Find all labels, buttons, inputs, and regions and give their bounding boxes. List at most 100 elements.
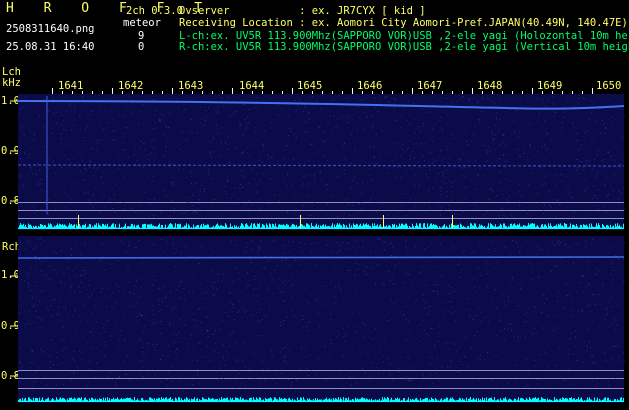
noise-speck (582, 157, 584, 159)
noise-speck (375, 164, 377, 166)
noise-speck (170, 163, 172, 165)
noise-speck (545, 298, 547, 300)
rch-level-bar (19, 399, 20, 402)
rch-level-bar (490, 398, 491, 402)
noise-speck (255, 320, 257, 322)
noise-speck (40, 382, 42, 383)
rch-level-bar (79, 397, 80, 402)
noise-speck (142, 104, 143, 106)
rch-level-bar (573, 398, 574, 402)
noise-speck (446, 342, 448, 344)
lch-level-bar (552, 227, 553, 229)
noise-speck (461, 129, 463, 131)
noise-speck (263, 130, 265, 132)
noise-speck (106, 164, 108, 166)
noise-speck (612, 279, 614, 281)
lch-level-bar (331, 225, 332, 229)
noise-speck (130, 292, 132, 294)
noise-speck (71, 159, 73, 160)
noise-speck (289, 251, 291, 252)
noise-speck (46, 332, 48, 334)
noise-speck (41, 275, 43, 277)
noise-speck (517, 152, 519, 154)
noise-speck (408, 297, 410, 299)
noise-speck (213, 199, 215, 200)
noise-speck (540, 360, 542, 362)
lch-level-bar (524, 225, 525, 229)
noise-speck (113, 202, 115, 204)
rch-level-bar (455, 400, 456, 402)
noise-speck (481, 144, 483, 146)
noise-speck (363, 97, 365, 99)
noise-speck (173, 177, 175, 179)
noise-speck (66, 110, 68, 112)
noise-speck (531, 180, 532, 181)
noise-speck (288, 378, 289, 380)
lch-level-bar (155, 226, 156, 229)
noise-speck (471, 252, 473, 254)
noise-speck (479, 268, 481, 270)
noise-speck (367, 181, 369, 183)
noise-speck (581, 309, 583, 311)
lch-level-bar (194, 227, 195, 229)
lch-level-bar (570, 223, 571, 229)
noise-speck (256, 97, 258, 98)
lch-level-bar (423, 223, 424, 229)
noise-speck (25, 323, 27, 325)
noise-speck (292, 326, 294, 328)
noise-speck (287, 361, 289, 363)
noise-speck (154, 321, 156, 323)
lch-level-bar (462, 226, 463, 229)
rch-level-bar (312, 400, 313, 402)
noise-speck (199, 263, 201, 265)
noise-speck (571, 197, 573, 199)
noise-speck (227, 180, 229, 181)
lch-level-bar (283, 224, 284, 229)
noise-speck (46, 275, 48, 277)
noise-speck (302, 327, 304, 329)
noise-speck (447, 123, 449, 125)
noise-speck (271, 379, 273, 381)
lch-level-bar (487, 226, 488, 229)
rch-level-bar (184, 398, 185, 402)
rch-level-bar (394, 400, 395, 402)
noise-speck (500, 290, 502, 292)
lch-level-bar (96, 223, 97, 229)
noise-speck (521, 202, 523, 204)
lch-level-bar (99, 225, 100, 229)
noise-speck (20, 98, 22, 100)
noise-speck (480, 321, 482, 323)
noise-speck (104, 135, 106, 137)
noise-speck (529, 277, 530, 279)
noise-speck (520, 247, 522, 249)
rch-level-bar (224, 398, 225, 402)
noise-speck (514, 209, 516, 211)
noise-speck (585, 242, 587, 244)
noise-speck (54, 186, 56, 188)
lch-level-bar (378, 226, 379, 229)
rch-level-bar (289, 397, 290, 402)
lch-level-bar (236, 225, 237, 229)
noise-speck (142, 351, 144, 353)
lch-level-bar (76, 224, 77, 229)
lch-level-bar (290, 226, 291, 229)
noise-speck (27, 281, 29, 283)
noise-speck (478, 379, 480, 381)
noise-speck (118, 291, 120, 292)
noise-speck (32, 321, 34, 323)
noise-speck (63, 283, 65, 285)
noise-speck (387, 167, 389, 169)
rch-level-bar (78, 397, 79, 402)
rch-level-bar (34, 400, 35, 402)
rch-level-bar (310, 399, 311, 402)
noise-speck (488, 178, 490, 180)
lch-level-bar (593, 227, 594, 229)
noise-speck (20, 157, 22, 159)
noise-speck (107, 377, 109, 379)
lch-level-bar (615, 223, 616, 229)
rch-level-bar (57, 399, 58, 402)
rch-level-bar (566, 398, 567, 402)
lch-level-bar (40, 224, 41, 229)
noise-speck (554, 337, 556, 339)
noise-speck (442, 316, 443, 317)
